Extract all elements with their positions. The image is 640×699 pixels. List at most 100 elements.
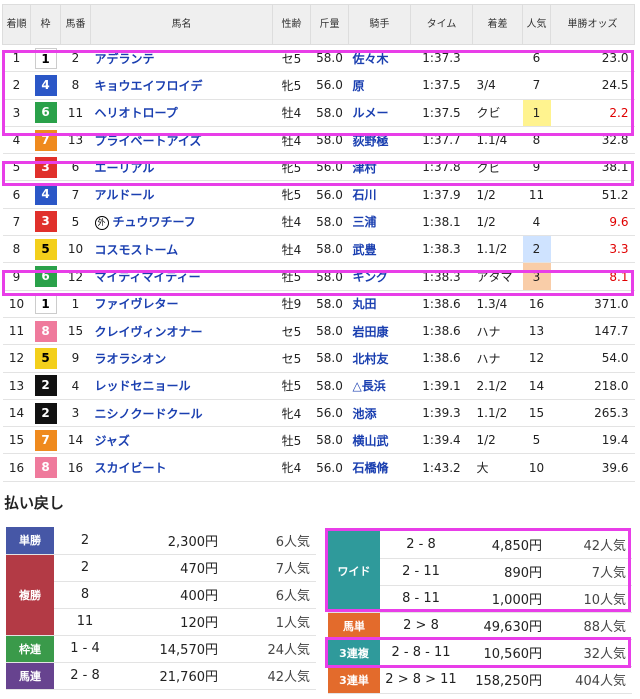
jockey-cell[interactable]: 北村友 (348, 344, 411, 373)
time-cell: 1:38.6 (410, 344, 473, 373)
odds-cell: 39.6 (550, 453, 635, 482)
waku-cell: 6 (30, 99, 61, 127)
waku-cell: 8 (30, 317, 61, 346)
sexage-cell: 牝4 (272, 399, 311, 428)
horse-name-link[interactable]: クレイヴィンオナー (95, 325, 203, 339)
jockey-link[interactable]: △長浜 (353, 379, 386, 393)
jockey-cell[interactable]: 三浦 (348, 208, 411, 237)
payout-combo: 11 (54, 608, 116, 636)
horse-name-link[interactable]: チュウワチーフ (113, 215, 196, 229)
payout-heading: 払い戻し (4, 494, 65, 512)
jockey-link[interactable]: 石川 (353, 188, 377, 202)
horse-name-link[interactable]: マイティマイティー (95, 270, 201, 284)
horse-cell[interactable]: アデランテ (90, 44, 273, 73)
jockey-cell[interactable]: ルメー (348, 99, 411, 127)
horse-cell[interactable]: エーリアル (90, 153, 273, 182)
jockey-link[interactable]: 池添 (353, 407, 377, 421)
rank-cell: 11 (2, 317, 31, 346)
horse-name-link[interactable]: アデランテ (95, 52, 155, 66)
weight-cell: 58.0 (310, 99, 349, 127)
jockey-link[interactable]: 原 (353, 79, 365, 93)
jockey-link[interactable]: 石橋脩 (353, 461, 389, 475)
horse-name-link[interactable]: ファイヴレター (95, 297, 179, 311)
horse-cell[interactable]: マイティマイティー (90, 262, 273, 291)
jockey-cell[interactable]: 佐々木 (348, 44, 411, 73)
sexage-cell: セ5 (272, 44, 311, 73)
horse-cell[interactable]: ファイヴレター (90, 290, 273, 318)
jockey-link[interactable]: 荻野極 (353, 134, 389, 148)
weight-cell: 58.0 (310, 235, 349, 264)
horse-name-link[interactable]: コスモストーム (95, 243, 179, 257)
sexage-cell: 牡9 (272, 290, 311, 318)
horse-cell[interactable]: コスモストーム (90, 235, 273, 264)
horse-cell[interactable]: プライベートアイズ (90, 126, 273, 155)
horse-name-link[interactable]: プライベートアイズ (95, 134, 202, 148)
jockey-link[interactable]: 武豊 (353, 243, 377, 257)
jockey-cell[interactable]: 横山武 (348, 426, 411, 455)
odds-cell: 265.3 (550, 399, 635, 428)
horse-cell[interactable]: クレイヴィンオナー (90, 317, 273, 346)
waku-badge: 8 (34, 320, 57, 342)
payout-combo: 8 (54, 581, 116, 609)
jockey-cell[interactable]: キング (348, 262, 411, 291)
horse-name-link[interactable]: ジャズ (95, 434, 130, 448)
rank-cell: 5 (2, 153, 31, 182)
jockey-cell[interactable]: 丸田 (348, 290, 411, 318)
jockey-link[interactable]: 岩田康 (353, 325, 389, 339)
payout-popularity: 88人気 (550, 612, 632, 640)
jockey-cell[interactable]: 岩田康 (348, 317, 411, 346)
horse-name-link[interactable]: ヘリオトロープ (95, 106, 178, 120)
horse-cell[interactable]: キョウエイフロイデ (90, 71, 273, 100)
jockey-cell[interactable]: 武豊 (348, 235, 411, 264)
jockey-cell[interactable]: 池添 (348, 399, 411, 428)
jockey-link[interactable]: 丸田 (353, 297, 377, 311)
waku-badge: 6 (34, 266, 57, 288)
odds-cell: 54.0 (550, 344, 635, 373)
margin-cell: 1/2 (472, 208, 523, 237)
horse-name-link[interactable]: キョウエイフロイデ (95, 79, 203, 93)
jockey-link[interactable]: 佐々木 (353, 52, 389, 66)
result-row: 9 6 12 マイティマイティー 牡5 58.0 キング 1:38.3 アタマ 3 8.1 (2, 262, 635, 291)
weight-cell: 58.0 (310, 290, 349, 318)
jockey-link[interactable]: 津村 (353, 161, 377, 175)
horse-cell[interactable]: ニシノクードクール (90, 399, 273, 428)
jockey-cell[interactable]: 石川 (348, 180, 411, 209)
weight-cell: 58.0 (310, 262, 349, 291)
jockey-cell[interactable]: 石橋脩 (348, 453, 411, 482)
jockey-cell[interactable]: 荻野極 (348, 126, 411, 155)
jockey-cell[interactable]: △長浜 (348, 372, 411, 400)
horse-cell[interactable]: ラオラシオン (90, 344, 273, 373)
payout-combo: 2 - 11 (380, 558, 462, 586)
horse-name-link[interactable]: アルドール (95, 188, 155, 202)
payout-amount: 4,850円 (462, 531, 550, 559)
jockey-cell[interactable]: 津村 (348, 153, 411, 182)
time-cell: 1:37.5 (410, 99, 473, 127)
horse-cell[interactable]: スカイビート (90, 453, 273, 482)
jockey-link[interactable]: キング (353, 270, 389, 284)
jockey-link[interactable]: 北村友 (353, 352, 389, 366)
result-row: 7 3 5 外チュウワチーフ 牡4 58.0 三浦 1:38.1 1/2 4 9.6 (2, 208, 635, 237)
odds-cell: 51.2 (550, 180, 635, 209)
result-row: 2 4 8 キョウエイフロイデ 牝5 56.0 原 1:37.5 3/4 7 24.5 (2, 71, 635, 100)
results-table: 着順 枠 馬番 馬名 性齢 斤量 騎手 タイム 着差 人気 単勝オッズ 112ア… (2, 4, 635, 482)
rank-cell: 2 (2, 71, 31, 100)
jockey-link[interactable]: ルメー (353, 106, 389, 120)
horse-cell[interactable]: 外チュウワチーフ (90, 208, 273, 237)
waku-cell: 3 (30, 153, 61, 182)
waku-badge: 1 (34, 293, 57, 315)
payout-label-sanrentan: 3連単 (328, 666, 380, 694)
horse-cell[interactable]: ヘリオトロープ (90, 99, 273, 127)
horse-cell[interactable]: ジャズ (90, 426, 273, 455)
margin-cell: ハナ (472, 317, 523, 346)
jockey-link[interactable]: 三浦 (353, 215, 377, 229)
jockey-cell[interactable]: 原 (348, 71, 411, 100)
horse-name-link[interactable]: レッドセニョール (95, 379, 191, 393)
horse-cell[interactable]: アルドール (90, 180, 273, 209)
horse-name-link[interactable]: スカイビート (95, 461, 167, 475)
payout-row-sanrenpuku: 3連複 2 - 8 - 11 10,560円 32人気 (328, 639, 632, 667)
horse-name-link[interactable]: ニシノクードクール (95, 407, 203, 421)
horse-name-link[interactable]: エーリアル (95, 161, 155, 175)
jockey-link[interactable]: 横山武 (353, 434, 389, 448)
horse-cell[interactable]: レッドセニョール (90, 372, 273, 400)
horse-name-link[interactable]: ラオラシオン (95, 352, 167, 366)
